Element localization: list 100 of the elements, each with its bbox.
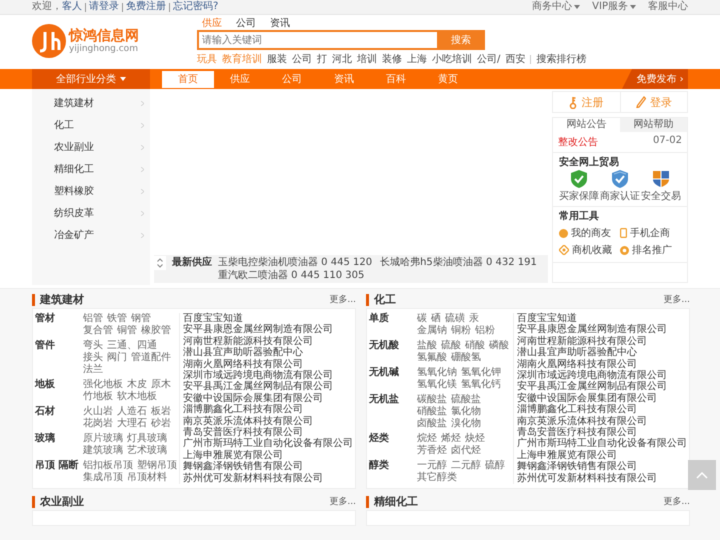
- product-link[interactable]: 弯头: [83, 340, 103, 352]
- product-link[interactable]: 氢氧化钾: [461, 367, 501, 379]
- product-link[interactable]: 铝管: [83, 313, 103, 325]
- product-link[interactable]: 烯烃: [441, 433, 461, 445]
- product-link[interactable]: 硫磺: [445, 313, 465, 325]
- company-link[interactable]: 青岛安普医疗科技有限公司: [183, 427, 353, 438]
- product-link[interactable]: 铝粉: [475, 325, 495, 337]
- product-link[interactable]: 接头: [83, 352, 103, 364]
- product-link[interactable]: 硫酸盐: [451, 394, 481, 406]
- company-link[interactable]: 淄博鹏鑫化工科技有限公司: [183, 404, 353, 416]
- top-link[interactable]: 免费注册: [126, 0, 166, 14]
- company-link[interactable]: 安徽中设国际会展集团有限公司: [517, 392, 687, 404]
- company-link[interactable]: 潜山县宜声助听器验配中心: [183, 347, 353, 359]
- company-link[interactable]: 淄博鹏鑫化工科技有限公司: [517, 404, 687, 416]
- top-menu[interactable]: 商务中心: [532, 0, 580, 14]
- company-link[interactable]: 舞钢鑫泽钢铁销售有限公司: [517, 461, 687, 473]
- hot-keyword[interactable]: 装修: [382, 53, 402, 66]
- product-link[interactable]: 硫醇: [485, 460, 505, 472]
- category-item[interactable]: 精细化工: [32, 158, 150, 180]
- trade-link[interactable]: 商家认证: [600, 170, 640, 203]
- top-link[interactable]: 请登录: [89, 0, 119, 14]
- product-link[interactable]: 碳: [417, 313, 427, 325]
- notice-link[interactable]: 整改公告: [558, 135, 598, 149]
- product-link[interactable]: 艺术玻璃: [127, 445, 167, 457]
- product-link[interactable]: 溴化物: [451, 418, 481, 430]
- product-link[interactable]: 阀门: [107, 352, 127, 364]
- top-link[interactable]: 忘记密码?: [173, 0, 218, 14]
- category-item[interactable]: 农业副业: [32, 136, 150, 158]
- product-link[interactable]: 烷烃: [417, 433, 437, 445]
- product-link[interactable]: 硒: [431, 313, 441, 325]
- company-link[interactable]: 湖南火凰网络科技有限公司: [517, 358, 687, 370]
- product-link[interactable]: 强化地板: [83, 379, 123, 391]
- more-link[interactable]: 更多...: [663, 293, 690, 306]
- hot-keyword[interactable]: 服装: [267, 53, 287, 66]
- product-link[interactable]: 氢氧化镁: [417, 379, 457, 391]
- product-link[interactable]: 橡胶管: [141, 325, 171, 337]
- product-link[interactable]: 硝酸: [465, 340, 485, 352]
- company-link[interactable]: 安平县康恩金属丝网制造有限公司: [517, 324, 687, 336]
- product-link[interactable]: 塑钢吊顶: [137, 460, 177, 472]
- product-link[interactable]: 磷酸: [489, 340, 509, 352]
- product-link[interactable]: 大理石: [117, 418, 147, 430]
- search-tab[interactable]: 公司: [231, 17, 261, 30]
- hot-keyword[interactable]: 公司: [292, 53, 312, 66]
- more-link[interactable]: 更多...: [663, 495, 690, 508]
- more-link[interactable]: 更多...: [329, 293, 356, 306]
- product-link[interactable]: 卤酸盐: [417, 418, 447, 430]
- product-link[interactable]: 汞: [469, 313, 479, 325]
- company-link[interactable]: 苏州优可发新材料科技有限公司: [183, 472, 353, 484]
- product-link[interactable]: 建筑玻璃: [83, 445, 123, 457]
- product-link[interactable]: 复合管: [83, 325, 113, 337]
- product-link[interactable]: 氯化物: [451, 406, 481, 418]
- category-item[interactable]: 化工: [32, 114, 150, 136]
- tool-link[interactable]: 手机企商: [620, 226, 681, 240]
- product-link[interactable]: 集成吊顶: [83, 472, 123, 484]
- ticker-item[interactable]: 玉柴电控柴油机喷油器 0 445 120: [218, 256, 372, 269]
- company-link[interactable]: 湖南火凰网络科技有限公司: [183, 358, 353, 370]
- company-link[interactable]: 安平县禹江金属丝网制品有限公司: [517, 381, 687, 393]
- hot-keyword[interactable]: 西安: [505, 53, 526, 66]
- product-link[interactable]: 板岩: [151, 406, 171, 418]
- tool-link[interactable]: 我的商友: [559, 226, 620, 240]
- search-tab[interactable]: 资讯: [265, 17, 295, 30]
- category-item[interactable]: 纺织皮革: [32, 202, 150, 224]
- company-link[interactable]: 苏州优可发新材料科技有限公司: [517, 472, 687, 484]
- product-link[interactable]: 碳酸盐: [417, 394, 447, 406]
- company-link[interactable]: 安徽中设国际会展集团有限公司: [183, 392, 353, 404]
- product-link[interactable]: 铜粉: [451, 325, 471, 337]
- more-link[interactable]: 更多...: [329, 495, 356, 508]
- product-link[interactable]: 原片玻璃: [83, 433, 123, 445]
- panel-tab[interactable]: 网站帮助: [620, 118, 687, 132]
- product-link[interactable]: 三通、四通: [107, 340, 157, 352]
- product-link[interactable]: 砂岩: [151, 418, 171, 430]
- company-link[interactable]: 百度宝宝知道: [517, 313, 687, 324]
- product-link[interactable]: 原木: [151, 379, 171, 391]
- top-menu[interactable]: VIP服务: [592, 0, 636, 14]
- product-link[interactable]: 灯具玻璃: [127, 433, 167, 445]
- search-tab[interactable]: 供应: [197, 17, 227, 30]
- product-link[interactable]: 吊顶材料: [127, 472, 167, 484]
- product-link[interactable]: 人造石: [117, 406, 147, 418]
- company-link[interactable]: 南京英派乐流体科技有限公司: [517, 416, 687, 428]
- company-link[interactable]: 广州市斯玛特工业自动化设备有限公司: [517, 438, 687, 450]
- product-link[interactable]: 花岗岩: [83, 418, 113, 430]
- top-menu[interactable]: 客服中心: [648, 0, 688, 14]
- company-link[interactable]: 河南世程新能源科技有限公司: [183, 336, 353, 348]
- ticker-item[interactable]: 重汽欧二喷油器 0 445 110 305: [218, 269, 364, 282]
- company-link[interactable]: 潜山县宜声助听器验配中心: [517, 347, 687, 359]
- product-link[interactable]: 铜管: [117, 325, 137, 337]
- product-link[interactable]: 法兰: [83, 364, 103, 376]
- company-link[interactable]: 深圳市域远跨境电商物流有限公司: [517, 370, 687, 382]
- product-link[interactable]: 铁管: [107, 313, 127, 325]
- hot-keyword[interactable]: 上海: [407, 53, 427, 66]
- company-link[interactable]: 南京英派乐流体科技有限公司: [183, 416, 353, 428]
- category-item[interactable]: 建筑建材: [32, 92, 150, 114]
- hot-keyword[interactable]: 培训: [357, 53, 377, 66]
- trade-link[interactable]: 买家保障: [559, 170, 599, 203]
- category-item[interactable]: 冶金矿产: [32, 224, 150, 246]
- company-link[interactable]: 舞钢鑫泽钢铁销售有限公司: [183, 461, 353, 473]
- product-link[interactable]: 金属钠: [417, 325, 447, 337]
- product-link[interactable]: 一元醇: [417, 460, 447, 472]
- company-link[interactable]: 百度宝宝知道: [183, 313, 353, 324]
- product-link[interactable]: 氢氟酸: [417, 352, 447, 364]
